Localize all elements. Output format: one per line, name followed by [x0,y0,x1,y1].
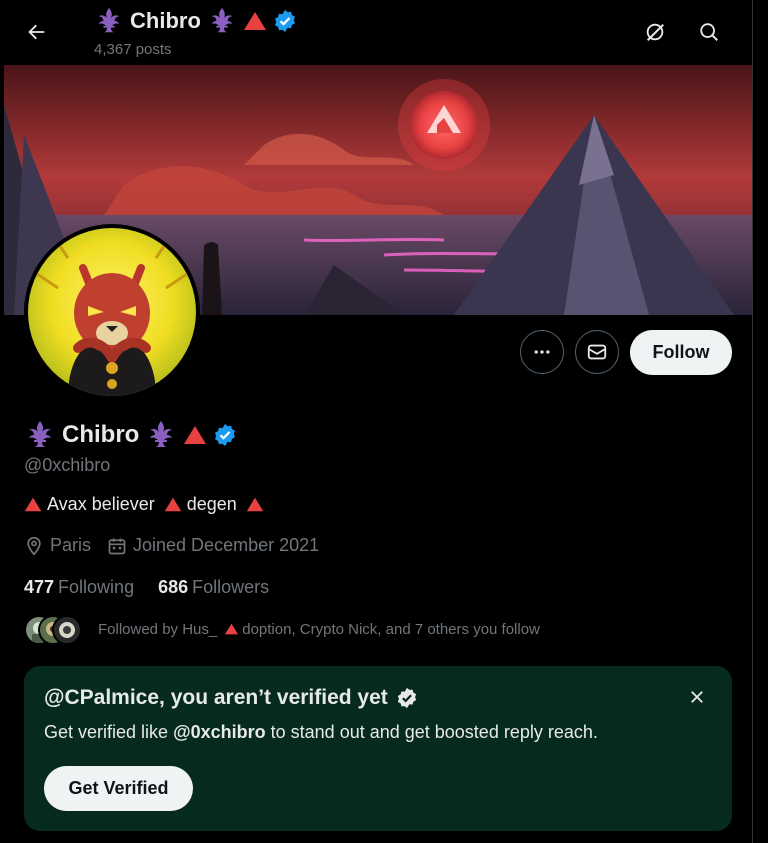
grok-button[interactable] [637,14,673,50]
profile-meta: Paris Joined December 2021 [24,535,335,556]
search-icon [700,23,718,41]
location-text: Paris [50,535,92,555]
verified-badge-icon[interactable] [213,423,237,447]
join-date: Joined December 2021 [107,535,319,556]
verify-desc-after: to stand out and get boosted reply reach… [265,722,598,742]
verify-title-text: @CPalmice, you aren’t verified yet [44,686,388,709]
back-arrow-icon [28,24,45,40]
verified-badge-icon [274,10,295,32]
get-verified-card: @CPalmice, you aren’t verified yet Get v… [24,666,732,831]
fleur-de-lis-icon [98,7,120,33]
more-button[interactable] [520,330,564,374]
calendar-icon [108,538,126,554]
join-date-text: Joined December 2021 [133,535,320,555]
followed-by-text: Followed by Hus_ doption, Crypto Nick, a… [98,621,540,638]
bio-text: degen [186,494,237,514]
more-icon [534,350,550,354]
followed-by-avatars [24,614,86,645]
location-icon [27,536,41,556]
followers-label: Followers [192,577,270,597]
verify-card-description: Get verified like @0xchibro to stand out… [44,722,598,743]
profile-name-row: Chibro [24,419,237,451]
avax-triangle-icon [243,12,266,30]
grok-icon [646,23,664,41]
fleur-de-lis-icon [150,421,173,447]
search-button[interactable] [691,14,727,50]
verify-card-title: @CPalmice, you aren’t verified yet [44,686,418,710]
following-label: Following [58,577,135,597]
message-button[interactable] [575,330,619,374]
fleur-de-lis-icon [29,421,51,447]
location: Paris [24,535,91,556]
column-divider [752,0,753,843]
follow-button[interactable]: Follow [630,330,732,375]
verified-badge-icon [397,687,416,709]
avax-triangle-icon [164,497,181,512]
post-count: 4,367 posts [94,41,172,58]
profile-avatar[interactable] [24,224,200,400]
get-verified-button[interactable]: Get Verified [44,766,193,811]
fleur-de-lis-icon [211,7,233,33]
bio-text: Avax believer [47,494,155,514]
followers-link[interactable]: 686 Followers [158,577,269,598]
following-count: 477 [24,577,55,597]
avax-triangle-icon [246,497,264,512]
profile-display-name: Chibro [62,421,140,448]
profile-handle: @0xchibro [24,455,111,475]
profile-header: Chibro 4,367 posts [0,0,752,65]
avatar-image [28,228,196,396]
message-icon [587,344,607,360]
avax-triangle-icon [184,426,207,444]
following-link[interactable]: 477 Following [24,577,134,598]
avax-triangle-icon [225,623,239,635]
verify-desc-handle: @0xchibro [173,722,266,742]
followed-by-prefix: Followed by Hus_ [98,620,218,638]
avatar [52,615,82,645]
followed-by-link[interactable]: Followed by Hus_ doption, Crypto Nick, a… [24,614,540,645]
followed-by-suffix: doption, Crypto Nick, and 7 others you f… [242,620,540,638]
follow-counts: 477 Following 686 Followers [24,577,293,598]
header-display-name: Chibro [130,8,201,33]
header-title: Chibro [94,5,297,37]
verify-desc-before: Get verified like [44,722,174,742]
close-button[interactable] [680,680,714,714]
profile-bio: Avax believer degen [24,494,264,515]
back-button[interactable] [18,14,54,50]
followers-count: 686 [158,577,189,597]
avax-triangle-icon [24,497,42,512]
close-icon [691,691,703,703]
